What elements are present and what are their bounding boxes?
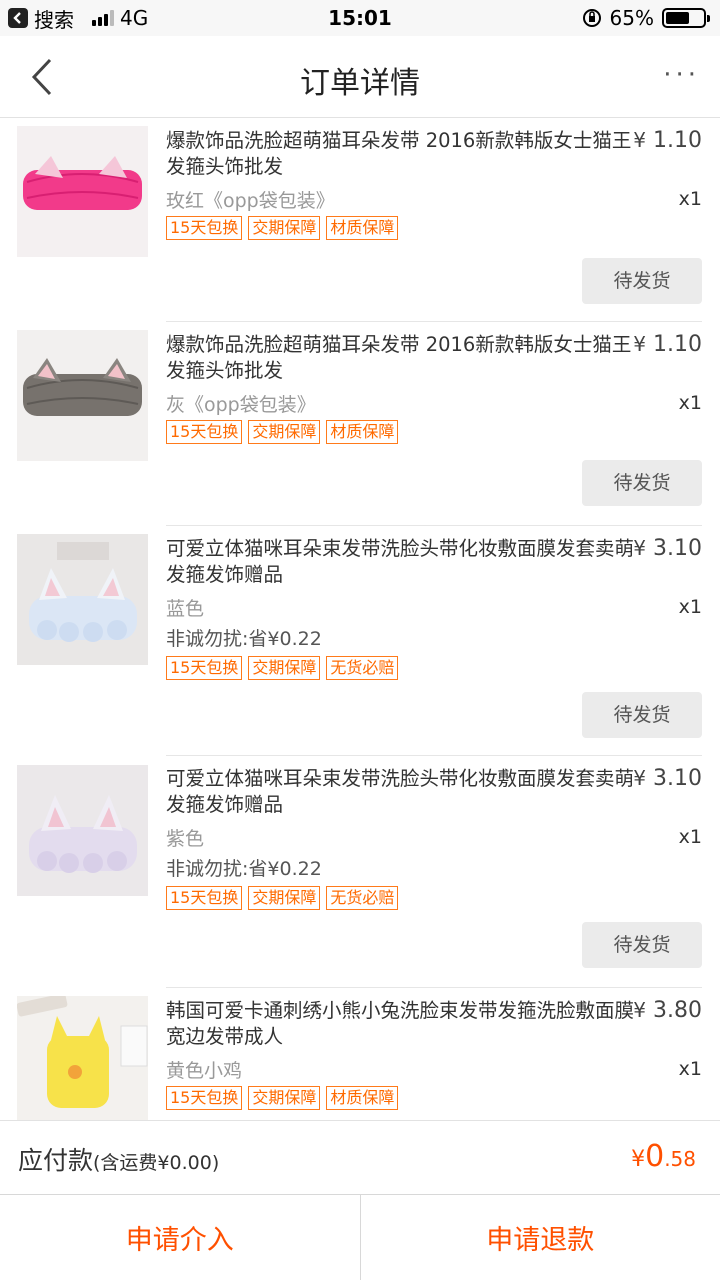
order-item[interactable]: 爆款饰品洗脸超萌猫耳朵发带 2016新款韩版女士猫王发箍头饰批发 ¥ 1.10 …: [0, 322, 720, 526]
service-tag: 交期保障: [248, 216, 321, 240]
service-tag: 交期保障: [248, 420, 321, 444]
product-title[interactable]: 爆款饰品洗脸超萌猫耳朵发带 2016新款韩版女士猫王发箍头饰批发: [166, 128, 640, 180]
service-tag: 15天包换: [166, 216, 243, 240]
service-tag: 材质保障: [326, 1086, 399, 1110]
service-tag: 15天包换: [166, 656, 243, 680]
service-tag: 无货必赔: [326, 656, 399, 680]
product-thumbnail[interactable]: [17, 534, 148, 665]
order-item-list[interactable]: 爆款饰品洗脸超萌猫耳朵发带 2016新款韩版女士猫王发箍头饰批发 ¥ 1.10 …: [0, 118, 720, 1120]
order-item[interactable]: 可爱立体猫咪耳朵束发带洗脸头带化妆敷面膜发套卖萌发箍发饰赠品 ¥ 3.10 紫色…: [0, 756, 720, 988]
shipping-status-button[interactable]: 待发货: [582, 258, 702, 304]
order-item[interactable]: 爆款饰品洗脸超萌猫耳朵发带 2016新款韩版女士猫王发箍头饰批发 ¥ 1.10 …: [0, 118, 720, 322]
service-tag: 15天包换: [166, 1086, 243, 1110]
product-sku: 玫红《opp袋包装》: [166, 190, 335, 212]
price-value: 3.80: [653, 998, 702, 1023]
service-tag: 15天包换: [166, 420, 243, 444]
battery-percent: 65%: [609, 6, 654, 30]
product-title[interactable]: 韩国可爱卡通刺绣小熊小兔洗脸束发带发箍洗脸敷面膜宽边发带成人: [166, 998, 640, 1050]
service-tags: 15天包换 交期保障 材质保障: [166, 420, 399, 444]
product-price: ¥ 3.10: [633, 766, 702, 791]
product-title[interactable]: 可爱立体猫咪耳朵束发带洗脸头带化妆敷面膜发套卖萌发箍发饰赠品: [166, 536, 640, 588]
service-tags: 15天包换 交期保障 无货必赔: [166, 656, 399, 680]
order-item[interactable]: 韩国可爱卡通刺绣小熊小兔洗脸束发带发箍洗脸敷面膜宽边发带成人 ¥ 3.80 黄色…: [0, 988, 720, 1120]
action-bar: 申请介入 申请退款: [0, 1194, 720, 1280]
payment-summary: 应付款(含运费¥0.00) ¥0.58: [0, 1120, 720, 1194]
apply-intervention-button[interactable]: 申请介入: [0, 1195, 360, 1280]
status-bar: 搜索 4G 15:01 65%: [0, 0, 720, 36]
nav-bar: 订单详情 ···: [0, 36, 720, 118]
payment-label: 应付款(含运费¥0.00): [18, 1141, 219, 1177]
order-item[interactable]: 可爱立体猫咪耳朵束发带洗脸头带化妆敷面膜发套卖萌发箍发饰赠品 ¥ 3.10 蓝色…: [0, 526, 720, 756]
product-price: ¥ 3.10: [633, 536, 702, 561]
product-title[interactable]: 爆款饰品洗脸超萌猫耳朵发带 2016新款韩版女士猫王发箍头饰批发: [166, 332, 640, 384]
product-thumbnail[interactable]: [17, 126, 148, 257]
battery-icon: [662, 8, 710, 28]
amount-currency: ¥: [631, 1147, 646, 1172]
service-tag: 交期保障: [248, 656, 321, 680]
product-quantity: x1: [678, 1058, 702, 1080]
price-value: 1.10: [653, 332, 702, 357]
apply-refund-button[interactable]: 申请退款: [359, 1195, 720, 1280]
price-value: 1.10: [653, 128, 702, 153]
product-sku: 灰《opp袋包装》: [166, 394, 316, 416]
product-quantity: x1: [678, 188, 702, 210]
amount-integer: 0: [645, 1139, 665, 1174]
currency-symbol: ¥: [633, 536, 647, 560]
service-tags: 15天包换 交期保障 无货必赔: [166, 886, 399, 910]
service-tag: 无货必赔: [326, 886, 399, 910]
currency-symbol: ¥: [633, 332, 647, 356]
payable-label: 应付款: [18, 1146, 94, 1175]
status-right: 65%: [582, 6, 710, 30]
page-title: 订单详情: [300, 66, 420, 101]
product-thumbnail[interactable]: [17, 765, 148, 896]
shipping-fee-note: (含运费¥0.00): [93, 1152, 220, 1174]
product-sku: 紫色: [166, 828, 205, 850]
product-price: ¥ 3.80: [633, 998, 702, 1023]
product-sku: 蓝色: [166, 598, 205, 620]
shipping-status-button[interactable]: 待发货: [582, 692, 702, 738]
product-price: ¥ 1.10: [633, 128, 702, 153]
price-value: 3.10: [653, 766, 702, 791]
more-menu-icon[interactable]: ···: [663, 60, 700, 90]
amount-decimal: .58: [664, 1147, 696, 1171]
product-sku: 黄色小鸡: [166, 1060, 243, 1082]
currency-symbol: ¥: [633, 998, 647, 1022]
product-title[interactable]: 可爱立体猫咪耳朵束发带洗脸头带化妆敷面膜发套卖萌发箍发饰赠品: [166, 766, 640, 818]
product-discount-note: 非诚勿扰:省¥0.22: [166, 858, 322, 880]
product-quantity: x1: [678, 596, 702, 618]
orientation-lock-icon: [582, 9, 601, 27]
shipping-status-button[interactable]: 待发货: [582, 922, 702, 968]
service-tags: 15天包换 交期保障 材质保障: [166, 216, 399, 240]
product-price: ¥ 1.10: [633, 332, 702, 357]
service-tag: 交期保障: [248, 1086, 321, 1110]
product-thumbnail[interactable]: [17, 330, 148, 461]
shipping-status-button[interactable]: 待发货: [582, 460, 702, 506]
product-discount-note: 非诚勿扰:省¥0.22: [166, 628, 322, 650]
currency-symbol: ¥: [633, 128, 647, 152]
payment-amount: ¥0.58: [631, 1139, 696, 1174]
price-value: 3.10: [653, 536, 702, 561]
product-quantity: x1: [678, 826, 702, 848]
service-tag: 材质保障: [326, 216, 399, 240]
service-tag: 15天包换: [166, 886, 243, 910]
product-thumbnail[interactable]: [17, 996, 148, 1120]
service-tag: 材质保障: [326, 420, 399, 444]
product-quantity: x1: [678, 392, 702, 414]
currency-symbol: ¥: [633, 766, 647, 790]
service-tag: 交期保障: [248, 886, 321, 910]
service-tags: 15天包换 交期保障 材质保障: [166, 1086, 399, 1110]
